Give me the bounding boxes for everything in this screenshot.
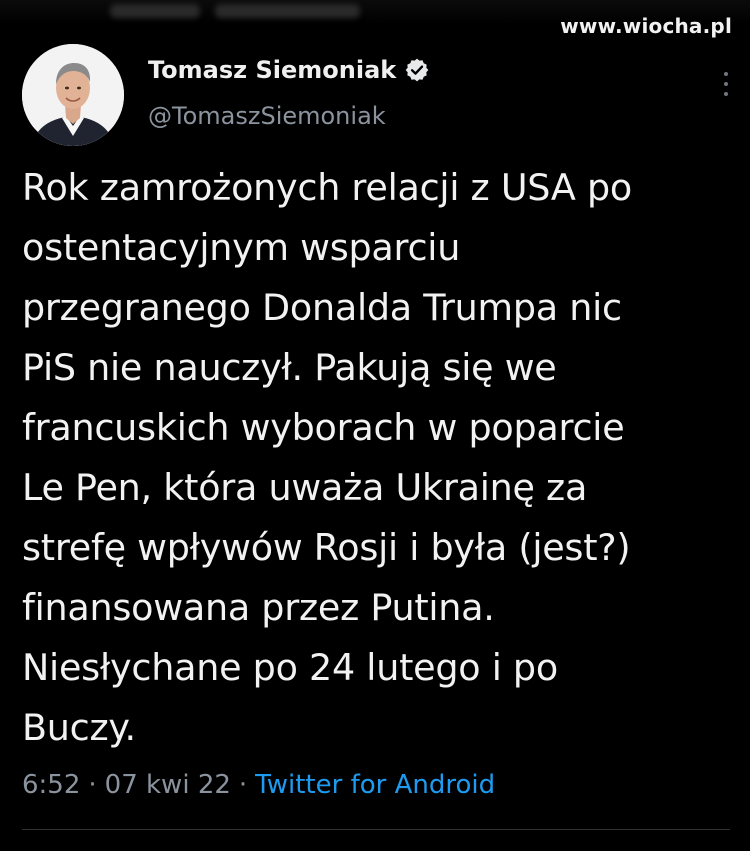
author-name-line[interactable]: Tomasz Siemoniak bbox=[148, 56, 430, 84]
tweet-header: Tomasz Siemoniak @TomaszSiemoniak bbox=[22, 44, 734, 146]
meta-separator: · bbox=[88, 770, 97, 800]
avatar[interactable] bbox=[22, 44, 124, 146]
verified-badge-icon bbox=[404, 57, 430, 83]
tweet-source-link[interactable]: Twitter for Android bbox=[255, 770, 495, 800]
tweet-date[interactable]: 07 kwi 22 bbox=[105, 770, 231, 800]
tweet-time[interactable]: 6:52 bbox=[22, 770, 80, 800]
tweet-text: Rok zamrożonych relacji z USA po ostenta… bbox=[22, 166, 632, 749]
author-handle[interactable]: @TomaszSiemoniak bbox=[148, 102, 386, 130]
divider bbox=[22, 829, 730, 830]
site-watermark: www.wiocha.pl bbox=[560, 14, 732, 38]
author-display-name[interactable]: Tomasz Siemoniak bbox=[148, 56, 396, 84]
tweet-meta: 6:52 · 07 kwi 22 · Twitter for Android bbox=[22, 770, 495, 800]
more-vertical-icon[interactable] bbox=[718, 66, 734, 106]
profile-photo bbox=[22, 44, 124, 146]
meta-separator: · bbox=[238, 770, 248, 800]
